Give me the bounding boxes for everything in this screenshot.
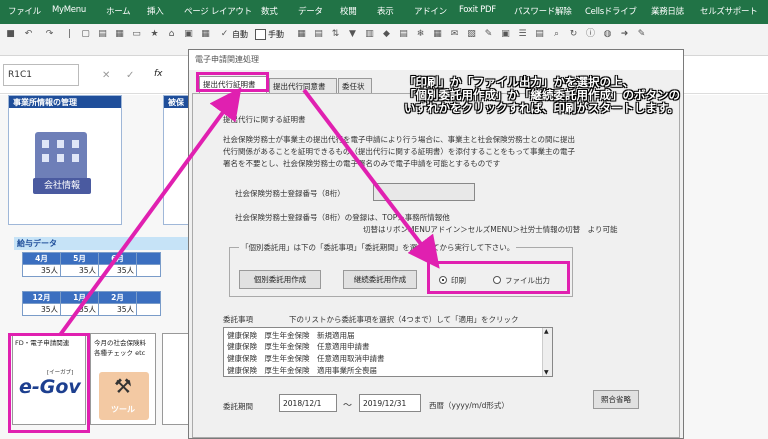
arrow-to-tab (58, 87, 242, 337)
annotation-line-3: いずれかをクリックすれば、印刷がスタートします。 (404, 101, 679, 115)
annotation-arrows (58, 87, 440, 337)
annotation-text: 「印刷」か「ファイル出力」かを選択の上、 「個別委託用作成」か「継続委託用作成」… (404, 76, 744, 115)
